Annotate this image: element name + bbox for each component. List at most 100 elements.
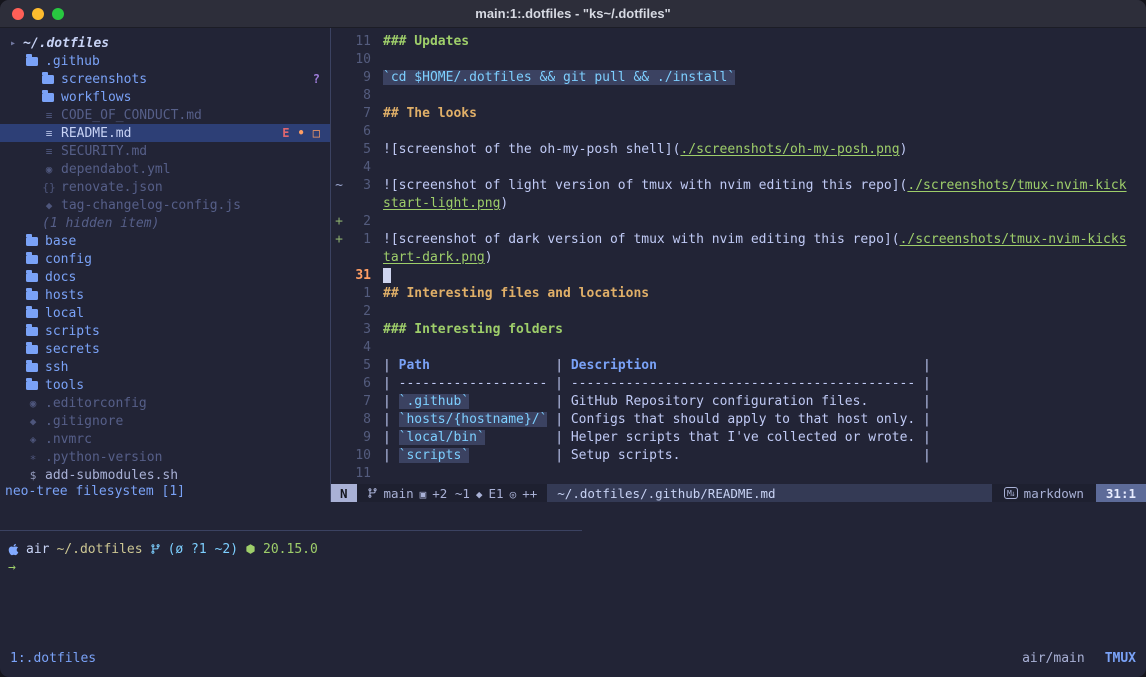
line-number	[347, 250, 371, 268]
titlebar: main:1:.dotfiles - "ks~/.dotfiles"	[0, 0, 1146, 28]
tree-item[interactable]: .github	[0, 52, 330, 70]
folder-icon	[42, 93, 54, 102]
line-number: 9	[347, 430, 371, 448]
editor-line[interactable]: 9 | `local/bin` | Helper scripts that I'v…	[331, 430, 1146, 448]
tree-item[interactable]: local	[0, 304, 330, 322]
editor-line[interactable]: 2	[331, 304, 1146, 322]
tree-item[interactable]: ◆.gitignore	[0, 412, 330, 430]
tree-item-label: secrets	[45, 342, 100, 357]
prompt-hostname: air	[26, 542, 49, 557]
line-text: ![screenshot of light version of tmux wi…	[383, 178, 1127, 196]
tree-item[interactable]: ◉ dependabot.yml	[0, 160, 330, 178]
tree-item[interactable]: docs	[0, 268, 330, 286]
tree-item-label: hosts	[45, 288, 84, 303]
line-number: 1	[347, 286, 371, 304]
editor-line[interactable]: +2	[331, 214, 1146, 232]
tree-item[interactable]: {}renovate.json	[0, 178, 330, 196]
editor-line[interactable]: 7| `.github` | GitHub Repository configu…	[331, 394, 1146, 412]
editor-line[interactable]: 11	[331, 466, 1146, 484]
gutter-sign	[331, 268, 347, 286]
editor-line[interactable]: 5![screenshot of the oh-my-posh shell](.…	[331, 142, 1146, 160]
line-number: 8	[347, 88, 371, 106]
gutter-sign	[331, 160, 347, 178]
yaml-file-icon: ◉	[42, 163, 56, 176]
tmux-window-item[interactable]: 1:.dotfiles	[10, 651, 96, 666]
diagnostics-icon	[476, 486, 483, 501]
tree-item[interactable]: ssh	[0, 358, 330, 376]
editor-line[interactable]: 8| `hosts/{hostname}/` | Configs that sh…	[331, 412, 1146, 430]
status-badge: □	[313, 126, 320, 140]
gutter-sign	[331, 358, 347, 376]
tmux-label: TMUX	[1105, 651, 1136, 666]
line-text: | `local/bin` | Helper scripts that I've…	[383, 430, 931, 448]
tree-item[interactable]: screenshots?	[0, 70, 330, 88]
folder-icon	[26, 309, 38, 318]
diagnostics-count: E1	[489, 486, 504, 501]
line-text	[383, 268, 391, 286]
editor-line[interactable]: 10| `scripts` | Setup scripts. |	[331, 448, 1146, 466]
expander-icon[interactable]: ▸	[10, 38, 23, 49]
tree-item[interactable]: scripts	[0, 322, 330, 340]
tree-item[interactable]: secrets	[0, 340, 330, 358]
tree-item-label: dependabot.yml	[61, 162, 171, 177]
tree-item[interactable]: ◆tag-changelog-config.js	[0, 196, 330, 214]
tree-item[interactable]: ∗.python-version	[0, 448, 330, 466]
tree-item[interactable]: ▸~/.dotfiles	[0, 34, 330, 52]
line-number: 8	[347, 412, 371, 430]
config-file-icon: ◉	[26, 397, 40, 410]
editor-line[interactable]: tart-dark.png)	[331, 250, 1146, 268]
gutter-sign	[331, 70, 347, 88]
editor-line[interactable]: 6	[331, 124, 1146, 142]
tree-item[interactable]: ≡CODE_OF_CONDUCT.md	[0, 106, 330, 124]
tree-item[interactable]: hosts	[0, 286, 330, 304]
json-file-icon: {}	[42, 181, 56, 194]
tree-item-label: CODE_OF_CONDUCT.md	[61, 108, 202, 123]
line-text: ### Interesting folders	[383, 322, 563, 340]
editor-line[interactable]: 4	[331, 160, 1146, 178]
tree-item[interactable]: workflows	[0, 88, 330, 106]
close-button[interactable]	[12, 8, 24, 20]
diff-icon	[420, 486, 427, 501]
window-controls	[12, 8, 64, 20]
tree-item[interactable]: tools	[0, 376, 330, 394]
editor-line[interactable]: ~3![screenshot of light version of tmux …	[331, 178, 1146, 196]
zoom-button[interactable]	[52, 8, 64, 20]
line-number: 31	[347, 268, 371, 286]
editor-line[interactable]: 4	[331, 340, 1146, 358]
tree-item[interactable]: ◉.editorconfig	[0, 394, 330, 412]
editor-line[interactable]: 7## The looks	[331, 106, 1146, 124]
line-number: 4	[347, 160, 371, 178]
editor-line[interactable]: 11### Updates	[331, 34, 1146, 52]
editor-line[interactable]: 3### Interesting folders	[331, 322, 1146, 340]
editor-line[interactable]: 9`cd $HOME/.dotfiles && git pull && ./in…	[331, 70, 1146, 88]
tree-item[interactable]: ≡README.mdE•□	[0, 124, 330, 142]
tree-item[interactable]: ◈.nvmrc	[0, 430, 330, 448]
gutter-sign	[331, 466, 347, 484]
tree-item[interactable]: config	[0, 250, 330, 268]
folder-icon	[26, 273, 38, 282]
editor-line[interactable]: start-light.png)	[331, 196, 1146, 214]
editor-line[interactable]: 6| ------------------- | ---------------…	[331, 376, 1146, 394]
tree-item-label: scripts	[45, 324, 100, 339]
text-cursor	[383, 268, 391, 283]
line-number: 10	[347, 52, 371, 70]
gutter-sign	[331, 142, 347, 160]
minimize-button[interactable]	[32, 8, 44, 20]
tree-item[interactable]: base	[0, 232, 330, 250]
editor-line[interactable]: 1## Interesting files and locations	[331, 286, 1146, 304]
shell-pane[interactable]: air ~/.dotfiles (ø ?1 ~2) 20.15.0 →	[0, 531, 1146, 645]
git-diff-counts: +2 ~1	[432, 486, 470, 501]
editor-line[interactable]: +1![screenshot of dark version of tmux w…	[331, 232, 1146, 250]
gutter-sign: +	[331, 232, 347, 250]
editor-line[interactable]: 10	[331, 52, 1146, 70]
editor-line[interactable]: 8	[331, 88, 1146, 106]
apple-icon	[8, 543, 19, 556]
editor-line[interactable]: 5| Path | Description |	[331, 358, 1146, 376]
editor-line[interactable]: 31	[331, 268, 1146, 286]
tree-item[interactable]: (1 hidden item)	[0, 214, 330, 232]
tree-item[interactable]: $add-submodules.sh	[0, 466, 330, 484]
gutter-sign	[331, 88, 347, 106]
tree-item[interactable]: ≡SECURITY.md	[0, 142, 330, 160]
md-file-icon: ≡	[42, 127, 56, 140]
prompt-symbol: →	[8, 560, 16, 575]
